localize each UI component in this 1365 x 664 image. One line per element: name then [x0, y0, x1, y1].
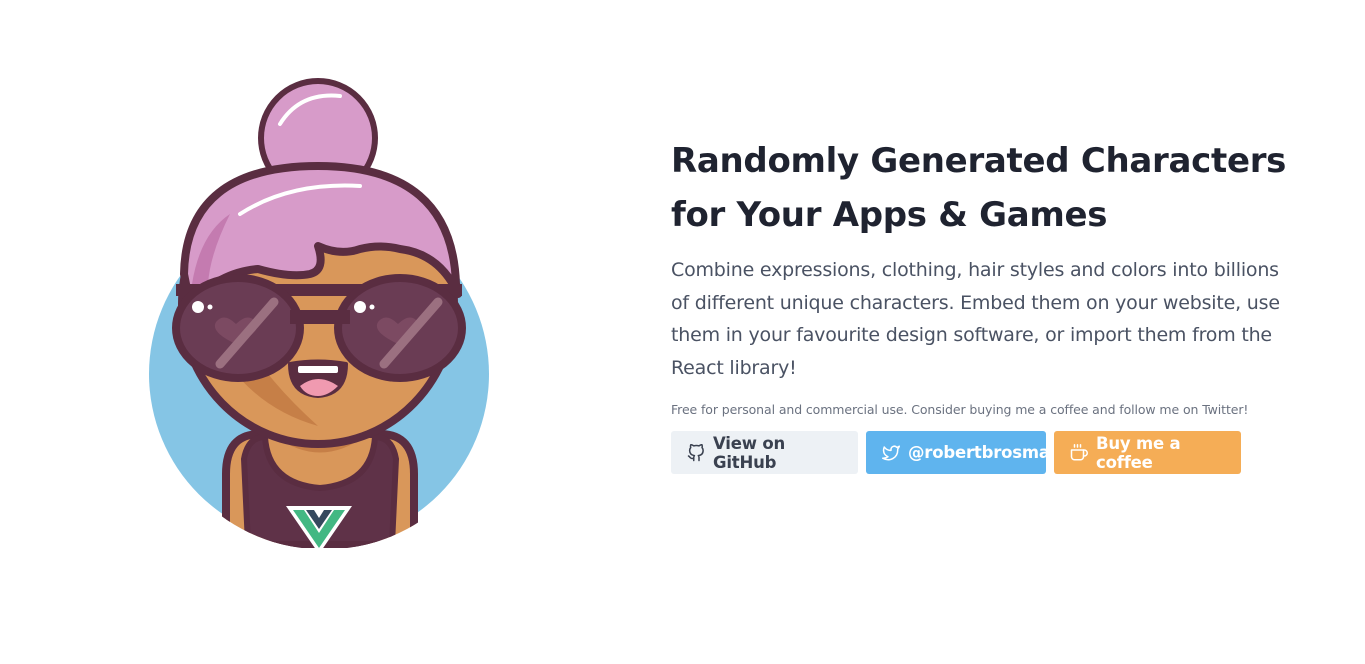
page-title: Randomly Generated Characters for Your A… [671, 141, 1287, 235]
action-buttons: View on GitHub @robertbrosma Buy me a co… [671, 431, 1241, 474]
hero-content: Randomly Generated Characters for Your A… [671, 134, 1291, 417]
github-icon [687, 443, 705, 462]
hero-section: Randomly Generated Characters for Your A… [0, 0, 1365, 664]
github-button-label: View on GitHub [713, 433, 785, 472]
character-illustration [149, 78, 489, 550]
hero-note: Free for personal and commercial use. Co… [671, 402, 1249, 417]
twitter-button-label: @robertbrosma [908, 443, 1050, 462]
coffee-cup-icon [1070, 443, 1088, 462]
view-on-github-button[interactable]: View on GitHub [671, 431, 858, 474]
twitter-icon [882, 444, 900, 462]
hero-description: Combine expressions, clothing, hair styl… [671, 259, 1280, 379]
coffee-button-label: Buy me a coffee [1096, 433, 1181, 472]
buy-me-a-coffee-button[interactable]: Buy me a coffee [1054, 431, 1241, 474]
character-avatar [140, 74, 500, 554]
twitter-button[interactable]: @robertbrosma [866, 431, 1050, 474]
teeth [298, 366, 338, 373]
